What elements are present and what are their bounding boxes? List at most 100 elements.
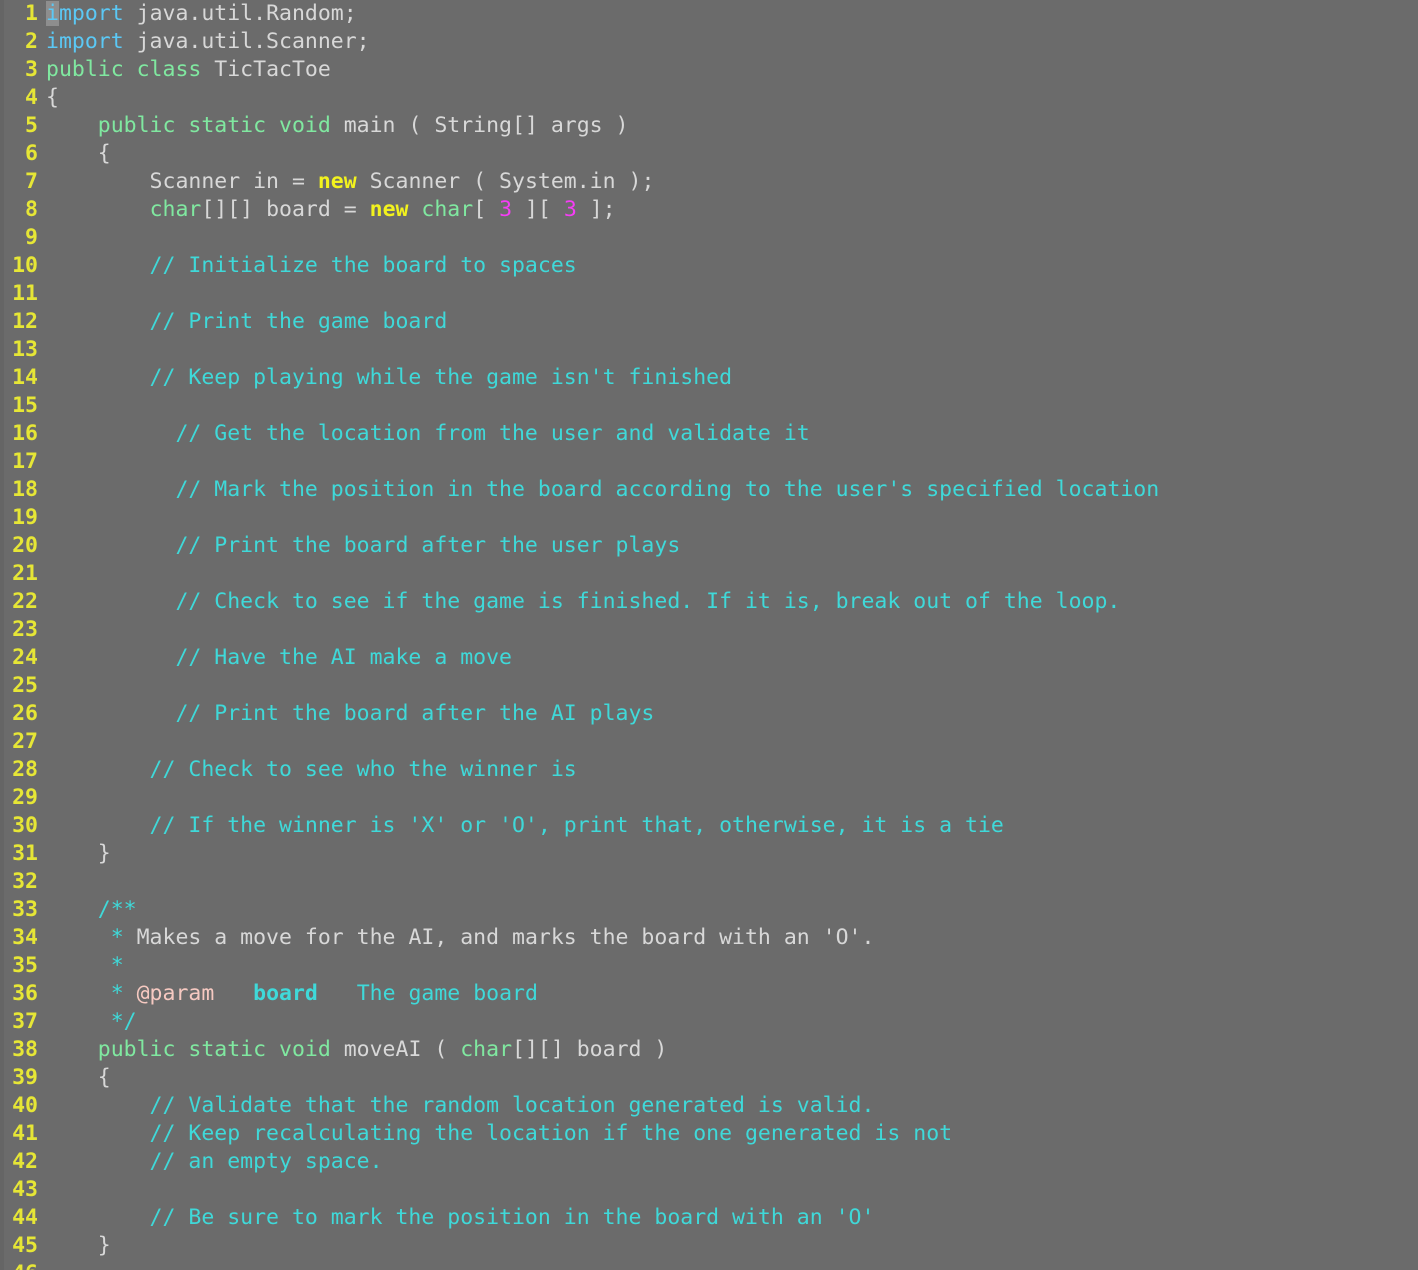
code-line[interactable]: 9 (0, 224, 1418, 252)
code-line[interactable]: 31 } (0, 840, 1418, 868)
code-line[interactable]: 30 // If the winner is 'X' or 'O', print… (0, 812, 1418, 840)
code-line[interactable]: 35 * (0, 952, 1418, 980)
line-number: 26 (12, 701, 38, 726)
code-line-source[interactable]: // Print the game board (38, 308, 448, 336)
code-token: Makes a move for the AI, and marks the b… (123, 925, 875, 950)
code-line[interactable]: 46 (0, 1260, 1418, 1270)
code-line[interactable]: 39 { (0, 1064, 1418, 1092)
code-line-source[interactable]: // Mark the position in the board accord… (38, 476, 1159, 504)
code-line-source[interactable]: // Validate that the random location gen… (38, 1092, 875, 1120)
code-line[interactable]: 5 public static void main ( String[] arg… (0, 112, 1418, 140)
code-line[interactable]: 16 // Get the location from the user and… (0, 420, 1418, 448)
code-line-source[interactable]: public class TicTacToe (38, 56, 331, 84)
code-line[interactable]: 18 // Mark the position in the board acc… (0, 476, 1418, 504)
code-line-source[interactable]: import java.util.Scanner; (38, 28, 370, 56)
code-line-source[interactable]: // Check to see who the winner is (38, 756, 577, 784)
code-line[interactable]: 24 // Have the AI make a move (0, 644, 1418, 672)
code-line[interactable]: 21 (0, 560, 1418, 588)
code-line-source[interactable]: { (38, 84, 59, 112)
code-line-source[interactable]: // Print the board after the AI plays (38, 700, 654, 728)
code-line[interactable]: 38 public static void moveAI ( char[][] … (0, 1036, 1418, 1064)
code-line-source[interactable]: { (38, 140, 111, 168)
code-line[interactable]: 32 (0, 868, 1418, 896)
code-line[interactable]: 25 (0, 672, 1418, 700)
code-line[interactable]: 15 (0, 392, 1418, 420)
code-line[interactable]: 1 import java.util.Random; (0, 0, 1418, 28)
code-line-source[interactable]: // Keep playing while the game isn't fin… (38, 364, 733, 392)
code-line[interactable]: 13 (0, 336, 1418, 364)
code-line[interactable]: 37 */ (0, 1008, 1418, 1036)
code-line[interactable]: 40 // Validate that the random location … (0, 1092, 1418, 1120)
code-line-source[interactable]: /** (38, 896, 137, 924)
code-line[interactable]: 29 (0, 784, 1418, 812)
code-line[interactable]: 43 (0, 1176, 1418, 1204)
line-number: 39 (12, 1065, 38, 1090)
code-line[interactable]: 12 // Print the game board (0, 308, 1418, 336)
code-line[interactable]: 7 Scanner in = new Scanner ( System.in )… (0, 168, 1418, 196)
code-line-source[interactable]: */ (38, 1008, 137, 1036)
code-line-source[interactable]: // Keep recalculating the location if th… (38, 1120, 953, 1148)
code-line[interactable]: 36 * @param board The game board (0, 980, 1418, 1008)
code-line-source[interactable]: // Print the board after the user plays (38, 532, 680, 560)
code-token: */ (46, 1009, 137, 1034)
code-line[interactable]: 44 // Be sure to mark the position in th… (0, 1204, 1418, 1232)
code-line-source[interactable]: // Have the AI make a move (38, 644, 512, 672)
code-editor[interactable]: 1 import java.util.Random; 2 import java.ut… (0, 0, 1418, 1270)
code-line-source[interactable]: { (38, 1064, 111, 1092)
code-token: public static void (97, 113, 331, 138)
code-line-source[interactable]: } (38, 840, 111, 868)
line-number: 9 (25, 225, 38, 250)
code-line[interactable]: 28 // Check to see who the winner is (0, 756, 1418, 784)
code-line-source[interactable]: public static void main ( String[] args … (38, 112, 629, 140)
code-token: // Check to see if the game is finished.… (46, 589, 1121, 614)
code-content-area[interactable]: 1 import java.util.Random; 2 import java.ut… (0, 0, 1418, 1270)
code-line[interactable]: 27 (0, 728, 1418, 756)
line-number: 46 (0, 1260, 38, 1270)
code-line-source[interactable]: } (38, 1232, 111, 1260)
code-line[interactable]: 6 { (0, 140, 1418, 168)
line-number: 42 (12, 1149, 38, 1174)
code-line-source[interactable]: // If the winner is 'X' or 'O', print th… (38, 812, 1004, 840)
code-line-source[interactable]: char[][] board = new char[ 3 ][ 3 ]; (38, 196, 616, 224)
code-line-source[interactable]: * (38, 952, 124, 980)
code-line[interactable]: 11 (0, 280, 1418, 308)
line-number: 29 (12, 785, 38, 810)
code-line[interactable]: 17 (0, 448, 1418, 476)
code-line-source[interactable]: // an empty space. (38, 1148, 383, 1176)
code-line-source[interactable]: * @param board The game board (38, 980, 538, 1008)
code-line[interactable]: 33 /** (0, 896, 1418, 924)
code-line-source[interactable]: // Initialize the board to spaces (38, 252, 577, 280)
code-line[interactable]: 22 // Check to see if the game is finish… (0, 588, 1418, 616)
code-token: java.util.Random; (123, 1, 357, 26)
code-line[interactable]: 2 import java.util.Scanner; (0, 28, 1418, 56)
code-line-source[interactable]: // Check to see if the game is finished.… (38, 588, 1120, 616)
code-line[interactable]: 34 * Makes a move for the AI, and marks … (0, 924, 1418, 952)
code-line[interactable]: 8 char[][] board = new char[ 3 ][ 3 ]; (0, 196, 1418, 224)
code-line[interactable]: 19 (0, 504, 1418, 532)
line-number: 22 (12, 589, 38, 614)
code-line-source[interactable]: import java.util.Random; (38, 0, 357, 28)
code-line[interactable]: 23 (0, 616, 1418, 644)
code-token: moveAI ( (330, 1037, 461, 1062)
code-line[interactable]: 20 // Print the board after the user pla… (0, 532, 1418, 560)
code-line-source[interactable]: * Makes a move for the AI, and marks the… (38, 924, 875, 952)
code-line[interactable]: 14 // Keep playing while the game isn't … (0, 364, 1418, 392)
code-line-source[interactable]: public static void moveAI ( char[][] boa… (38, 1036, 668, 1064)
line-number: 40 (12, 1093, 38, 1118)
code-line-source[interactable]: // Be sure to mark the position in the b… (38, 1204, 875, 1232)
code-token: mport (58, 1, 124, 26)
code-token: // Check to see who the winner is (46, 757, 577, 782)
line-number: 18 (12, 477, 38, 502)
code-line[interactable]: 3 public class TicTacToe (0, 56, 1418, 84)
code-line-source[interactable]: Scanner in = new Scanner ( System.in ); (38, 168, 655, 196)
code-line[interactable]: 45 } (0, 1232, 1418, 1260)
code-line[interactable]: 26 // Print the board after the AI plays (0, 700, 1418, 728)
code-line[interactable]: 4{ (0, 84, 1418, 112)
code-line[interactable]: 10 // Initialize the board to spaces (0, 252, 1418, 280)
code-line[interactable]: 42 // an empty space. (0, 1148, 1418, 1176)
code-line[interactable]: 41 // Keep recalculating the location if… (0, 1120, 1418, 1148)
code-line-source[interactable]: // Get the location from the user and va… (38, 420, 809, 448)
line-number: 8 (25, 197, 38, 222)
